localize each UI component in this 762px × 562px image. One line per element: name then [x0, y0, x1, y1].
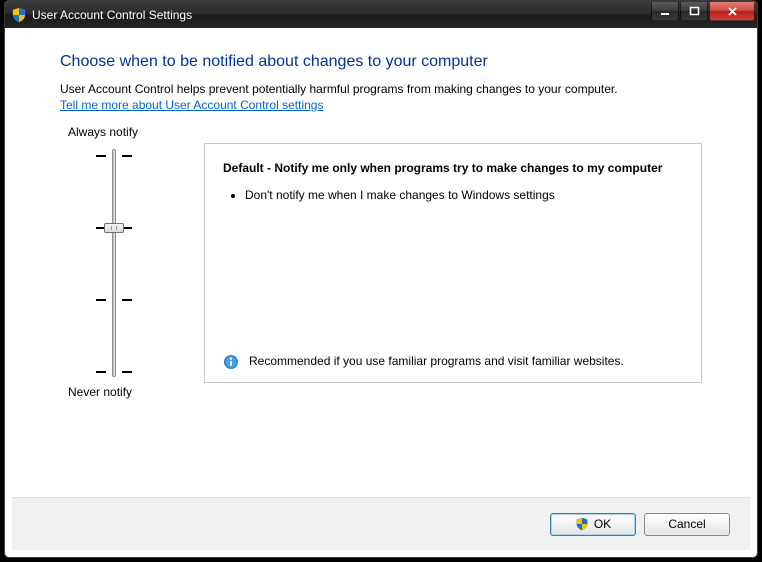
cancel-button-label: Cancel: [668, 517, 705, 531]
slider-tick: [122, 371, 132, 373]
slider-label-bottom: Never notify: [60, 385, 204, 399]
slider-thumb[interactable]: [104, 223, 124, 233]
slider-label-top: Always notify: [60, 125, 204, 139]
close-button[interactable]: [709, 2, 755, 21]
cancel-button[interactable]: Cancel: [644, 513, 730, 536]
page-description-text: User Account Control helps prevent poten…: [60, 82, 618, 96]
client-area: Choose when to be notified about changes…: [12, 29, 750, 550]
window: User Account Control Settings Choose whe…: [4, 0, 758, 558]
minimize-button[interactable]: [651, 2, 679, 21]
slider-tick: [122, 299, 132, 301]
level-recommendation: Recommended if you use familiar programs…: [223, 347, 683, 370]
ok-button[interactable]: OK: [550, 513, 636, 536]
main-area: Always notify Never notify: [60, 123, 702, 399]
info-icon: [223, 354, 239, 370]
window-controls: [651, 2, 755, 21]
level-bullet-list: Don't notify me when I make changes to W…: [223, 185, 683, 206]
page-description: User Account Control helps prevent poten…: [60, 81, 702, 113]
level-description-panel: Default - Notify me only when programs t…: [204, 143, 702, 383]
uac-help-link[interactable]: Tell me more about User Account Control …: [60, 98, 323, 112]
ok-button-label: OK: [594, 517, 611, 531]
slider-tick: [122, 155, 132, 157]
slider-tick: [96, 371, 106, 373]
uac-shield-icon: [11, 7, 27, 23]
page-heading: Choose when to be notified about changes…: [60, 53, 702, 71]
level-bullet: Don't notify me when I make changes to W…: [245, 187, 683, 204]
page-content: Choose when to be notified about changes…: [12, 29, 750, 399]
slider-column: Always notify Never notify: [60, 123, 204, 399]
notification-level-slider[interactable]: [60, 145, 204, 381]
maximize-button[interactable]: [680, 2, 708, 21]
slider-tick: [96, 155, 106, 157]
titlebar[interactable]: User Account Control Settings: [5, 1, 757, 28]
window-title: User Account Control Settings: [32, 8, 651, 22]
level-title: Default - Notify me only when programs t…: [223, 160, 683, 176]
slider-tick: [96, 299, 106, 301]
slider-rail: [112, 149, 116, 377]
footer: OK Cancel: [12, 498, 750, 550]
level-recommendation-text: Recommended if you use familiar programs…: [249, 353, 624, 370]
uac-shield-icon: [575, 517, 589, 531]
